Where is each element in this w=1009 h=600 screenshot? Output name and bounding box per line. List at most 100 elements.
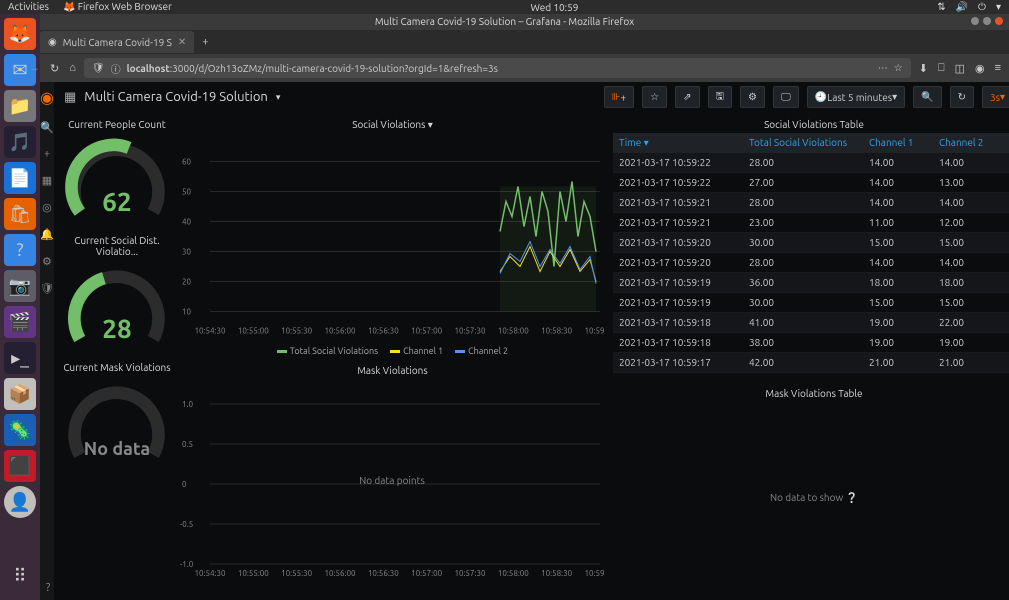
more-icon[interactable]: ⋯ [878, 62, 888, 74]
new-tab-button[interactable]: + [202, 36, 208, 48]
chart-mask-violations[interactable]: Mask Violations 1.00.50-0.5-1.0 No data … [180, 362, 605, 589]
window-title: Multi Camera Covid-19 Solution – Grafana… [375, 16, 634, 27]
table-row[interactable]: 2021-03-17 10:59:2228.0014.0014.00 [613, 153, 1009, 173]
dock-terminal[interactable]: ▸_ [4, 342, 36, 374]
table-row[interactable]: 2021-03-17 10:59:2123.0011.0012.00 [613, 213, 1009, 233]
cycle-view-button[interactable]: 🖵 [773, 86, 799, 108]
shield-icon[interactable]: 🛡 [92, 62, 105, 74]
help-icon[interactable]: ❔ [846, 492, 858, 503]
svg-text:10:55:00: 10:55:00 [238, 569, 269, 578]
dock-stop[interactable]: ⬛ [4, 450, 36, 482]
plus-icon[interactable]: + [44, 148, 50, 160]
table-row[interactable]: 2021-03-17 10:59:1838.0019.0019.00 [613, 333, 1009, 353]
maximize-icon[interactable] [983, 17, 991, 25]
dock-user[interactable]: 👤 [4, 486, 36, 518]
grafana-sidebar: ◉ 🔍 + ▦ ◎ 🔔 ⚙ 🛡 ? [40, 82, 54, 600]
svg-text:40: 40 [182, 218, 192, 227]
clock[interactable]: Wed 10:59 [172, 2, 937, 13]
gauge-people[interactable]: Current People Count 62 [62, 116, 172, 228]
download-icon[interactable]: ⬇ [919, 62, 928, 75]
home-button[interactable]: ⌂ [69, 62, 76, 75]
reload-button[interactable]: ↻ [50, 62, 59, 75]
table-row[interactable]: 2021-03-17 10:59:2227.0014.0013.00 [613, 173, 1009, 193]
bookmark-icon[interactable]: ☆ [894, 62, 903, 74]
time-range-button[interactable]: 🕘 Last 5 minutes ▾ [807, 86, 905, 108]
panel-icon: ▦ [64, 90, 76, 105]
network-icon[interactable]: ⇅ [937, 1, 945, 13]
account-icon[interactable]: ◉ [975, 62, 985, 75]
search-icon[interactable]: 🔍 [40, 121, 54, 134]
dock-software[interactable]: 🛍 [4, 198, 36, 230]
dock-writer[interactable]: 📄 [4, 162, 36, 194]
gauge-social[interactable]: Current Social Dist. Violatio... 28 [62, 232, 172, 355]
dashboards-icon[interactable]: ▦ [42, 174, 52, 187]
dock-archive[interactable]: 📦 [4, 378, 36, 410]
help-icon[interactable]: ? [46, 582, 50, 594]
svg-text:0.5: 0.5 [182, 440, 193, 449]
dock-rhythmbox[interactable]: 🎵 [4, 126, 36, 158]
chevron-down-icon[interactable]: ▾ [996, 1, 1001, 13]
refresh-button[interactable]: ↻ [950, 86, 974, 108]
menu-icon[interactable]: ≡ [995, 62, 1001, 75]
svg-text:60: 60 [182, 158, 192, 167]
minimize-icon[interactable] [971, 17, 979, 25]
table-row[interactable]: 2021-03-17 10:59:1930.0015.0015.00 [613, 293, 1009, 313]
share-button[interactable]: ⇗ [675, 86, 699, 108]
grafana-logo-icon[interactable]: ◉ [40, 88, 54, 107]
forward-button[interactable]: → [29, 62, 40, 75]
sidebar-icon[interactable]: ◫ [955, 62, 965, 75]
explore-icon[interactable]: ◎ [42, 201, 52, 214]
table-row[interactable]: 2021-03-17 10:59:1841.0019.0022.00 [613, 313, 1009, 333]
no-data-text: No data points [359, 475, 425, 486]
table-row[interactable]: 2021-03-17 10:59:2028.0014.0014.00 [613, 253, 1009, 273]
table-header[interactable]: Time ▾ Total Social Violations Channel 1… [613, 133, 1009, 153]
info-icon[interactable]: ⓘ [111, 61, 121, 76]
server-icon[interactable]: 🛡 [40, 282, 54, 295]
dock-apps-grid[interactable]: ⠿ [4, 560, 36, 592]
chevron-down-icon[interactable]: ▾ [276, 92, 281, 103]
dock-help[interactable]: ? [4, 234, 36, 266]
grafana-app: ◉ 🔍 + ▦ ◎ 🔔 ⚙ 🛡 ? ▦ Multi Camera Covid-1… [40, 82, 1009, 600]
dock-video[interactable]: 🎬 [4, 306, 36, 338]
dock-screenshot[interactable]: 📷 [4, 270, 36, 302]
chart-social-violations[interactable]: Social Violations ▾ 605040302010 10:54:3… [180, 116, 605, 358]
browser-tab[interactable]: ◉ Multi Camera Covid-19 S ✕ [40, 31, 194, 53]
volume-icon[interactable]: 🔊 [956, 1, 968, 13]
ubuntu-dock: 🦊 ✉ 📁 🎵 📄 🛍 ? 📷 🎬 ▸_ 📦 🦠 ⬛ 👤 ⠿ [0, 14, 40, 600]
dock-files[interactable]: 📁 [4, 90, 36, 122]
table-row[interactable]: 2021-03-17 10:59:1742.0021.0021.00 [613, 353, 1009, 373]
dock-covid[interactable]: 🦠 [4, 414, 36, 446]
panel-title: Current People Count [62, 116, 172, 133]
svg-text:10:58:00: 10:58:00 [498, 327, 529, 336]
table-row[interactable]: 2021-03-17 10:59:2030.0015.0015.00 [613, 233, 1009, 253]
config-icon[interactable]: ⚙ [42, 255, 52, 268]
table-social-violations[interactable]: Social Violations Table Time ▾ Total Soc… [613, 116, 1009, 373]
no-data-text: No data to show ❔ [613, 402, 1009, 504]
panel-title: Mask Violations [180, 362, 605, 379]
star-button[interactable]: ☆ [642, 86, 667, 108]
alerting-icon[interactable]: 🔔 [40, 228, 54, 241]
svg-text:10:57:00: 10:57:00 [411, 569, 442, 578]
app-menu[interactable]: 🦊 Firefox Web Browser [63, 1, 172, 13]
svg-text:10:55:30: 10:55:30 [281, 327, 312, 336]
power-icon[interactable]: ⏻ [978, 1, 986, 13]
settings-button[interactable]: ⚙ [740, 86, 765, 108]
address-bar[interactable]: 🛡 ⓘ localhost:3000/d/Ozh13oZMz/multi-cam… [84, 58, 911, 78]
activities-button[interactable]: Activities [8, 1, 49, 13]
svg-text:10:56:00: 10:56:00 [324, 327, 355, 336]
svg-text:10:56:00: 10:56:00 [324, 569, 355, 578]
grafana-header: ▦ Multi Camera Covid-19 Solution ▾ ⊪+ ☆ … [54, 82, 1009, 112]
table-mask-violations[interactable]: Mask Violations Table No data to show ❔ [613, 385, 1009, 504]
dashboard-title[interactable]: Multi Camera Covid-19 Solution [84, 90, 268, 104]
dock-firefox[interactable]: 🦊 [4, 18, 36, 50]
refresh-interval-button[interactable]: 3s ▾ [982, 86, 1009, 108]
save-button[interactable]: 🖫 [708, 86, 733, 108]
tab-close-icon[interactable]: ✕ [178, 36, 186, 48]
table-row[interactable]: 2021-03-17 10:59:1936.0018.0018.00 [613, 273, 1009, 293]
gauge-mask[interactable]: Current Mask Violations No data [62, 359, 172, 471]
library-icon[interactable]: ⎕ [938, 62, 945, 75]
add-panel-button[interactable]: ⊪+ [604, 86, 634, 108]
close-icon[interactable] [995, 17, 1003, 25]
table-row[interactable]: 2021-03-17 10:59:2128.0014.0014.00 [613, 193, 1009, 213]
zoom-out-button[interactable]: 🔍 [913, 86, 941, 108]
